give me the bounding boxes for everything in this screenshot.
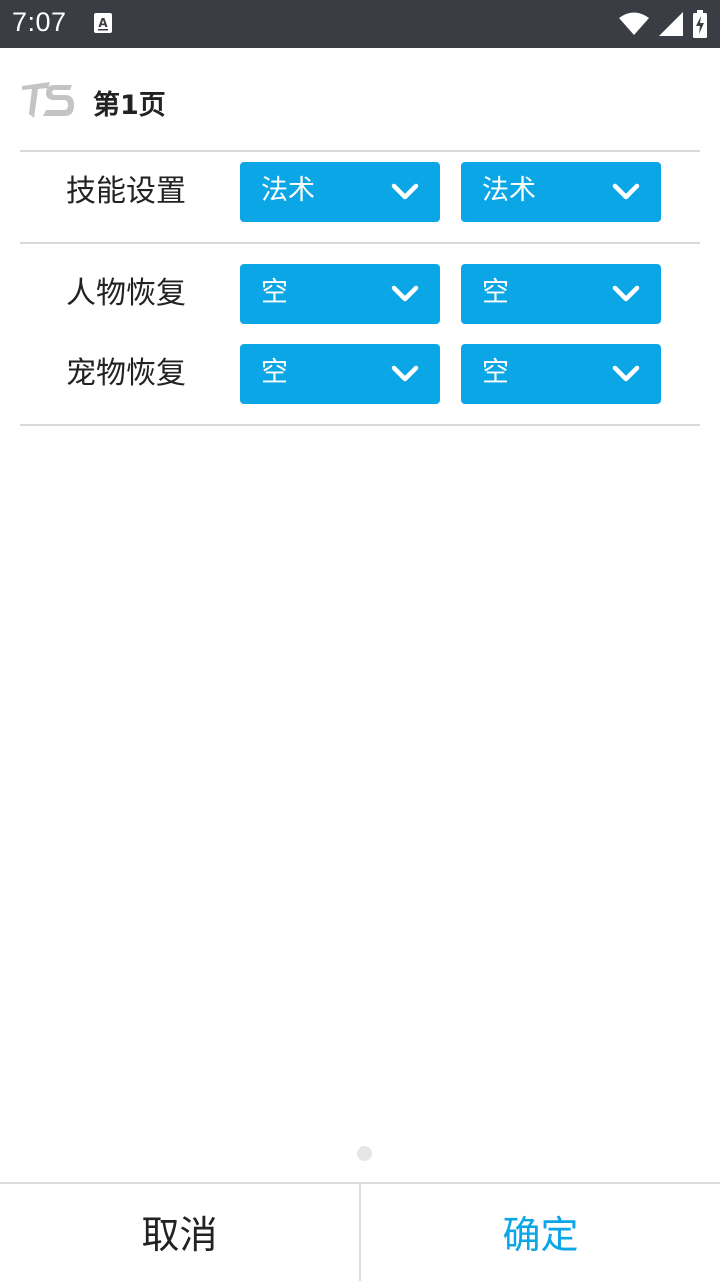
skill-select-1-value: 法术 [261, 175, 315, 206]
battery-charging-icon [693, 10, 707, 38]
char-recover-select-1-value: 空 [261, 277, 288, 308]
skill-select-2[interactable]: 法术 [461, 162, 661, 222]
ts-logo-icon [22, 82, 74, 118]
svg-text:A: A [98, 16, 108, 30]
divider [20, 242, 700, 244]
status-bar: 7:07 A [0, 0, 720, 48]
status-time: 7:07 [12, 7, 67, 37]
page-header: 第1页 [20, 70, 700, 130]
pet-recover-select-1-value: 空 [261, 357, 288, 388]
pet-recover-select-2-value: 空 [482, 357, 509, 388]
char-recover-select-1[interactable]: 空 [240, 264, 440, 324]
skill-settings-label: 技能设置 [66, 174, 186, 209]
signal-icon [659, 12, 683, 36]
page-indicator-dot [357, 1146, 372, 1161]
pet-recover-label: 宠物恢复 [66, 356, 186, 391]
keyboard-a-icon: A [94, 13, 112, 33]
page-title: 第1页 [93, 90, 166, 121]
skill-select-2-value: 法术 [482, 175, 536, 206]
confirm-button[interactable]: 确定 [361, 1184, 720, 1279]
chevron-down-icon [612, 183, 640, 200]
chevron-down-icon [391, 183, 419, 200]
char-recover-select-2-value: 空 [482, 277, 509, 308]
dialog-footer: 取消 确定 [0, 1182, 720, 1281]
wifi-icon [619, 12, 649, 35]
cancel-button[interactable]: 取消 [0, 1184, 359, 1279]
chevron-down-icon [391, 365, 419, 382]
divider [20, 150, 700, 152]
chevron-down-icon [391, 285, 419, 302]
status-icons [618, 10, 708, 38]
pet-recover-select-1[interactable]: 空 [240, 344, 440, 404]
char-recover-label: 人物恢复 [66, 276, 186, 311]
skill-select-1[interactable]: 法术 [240, 162, 440, 222]
char-recover-select-2[interactable]: 空 [461, 264, 661, 324]
divider [20, 424, 700, 426]
chevron-down-icon [612, 365, 640, 382]
chevron-down-icon [612, 285, 640, 302]
pet-recover-select-2[interactable]: 空 [461, 344, 661, 404]
